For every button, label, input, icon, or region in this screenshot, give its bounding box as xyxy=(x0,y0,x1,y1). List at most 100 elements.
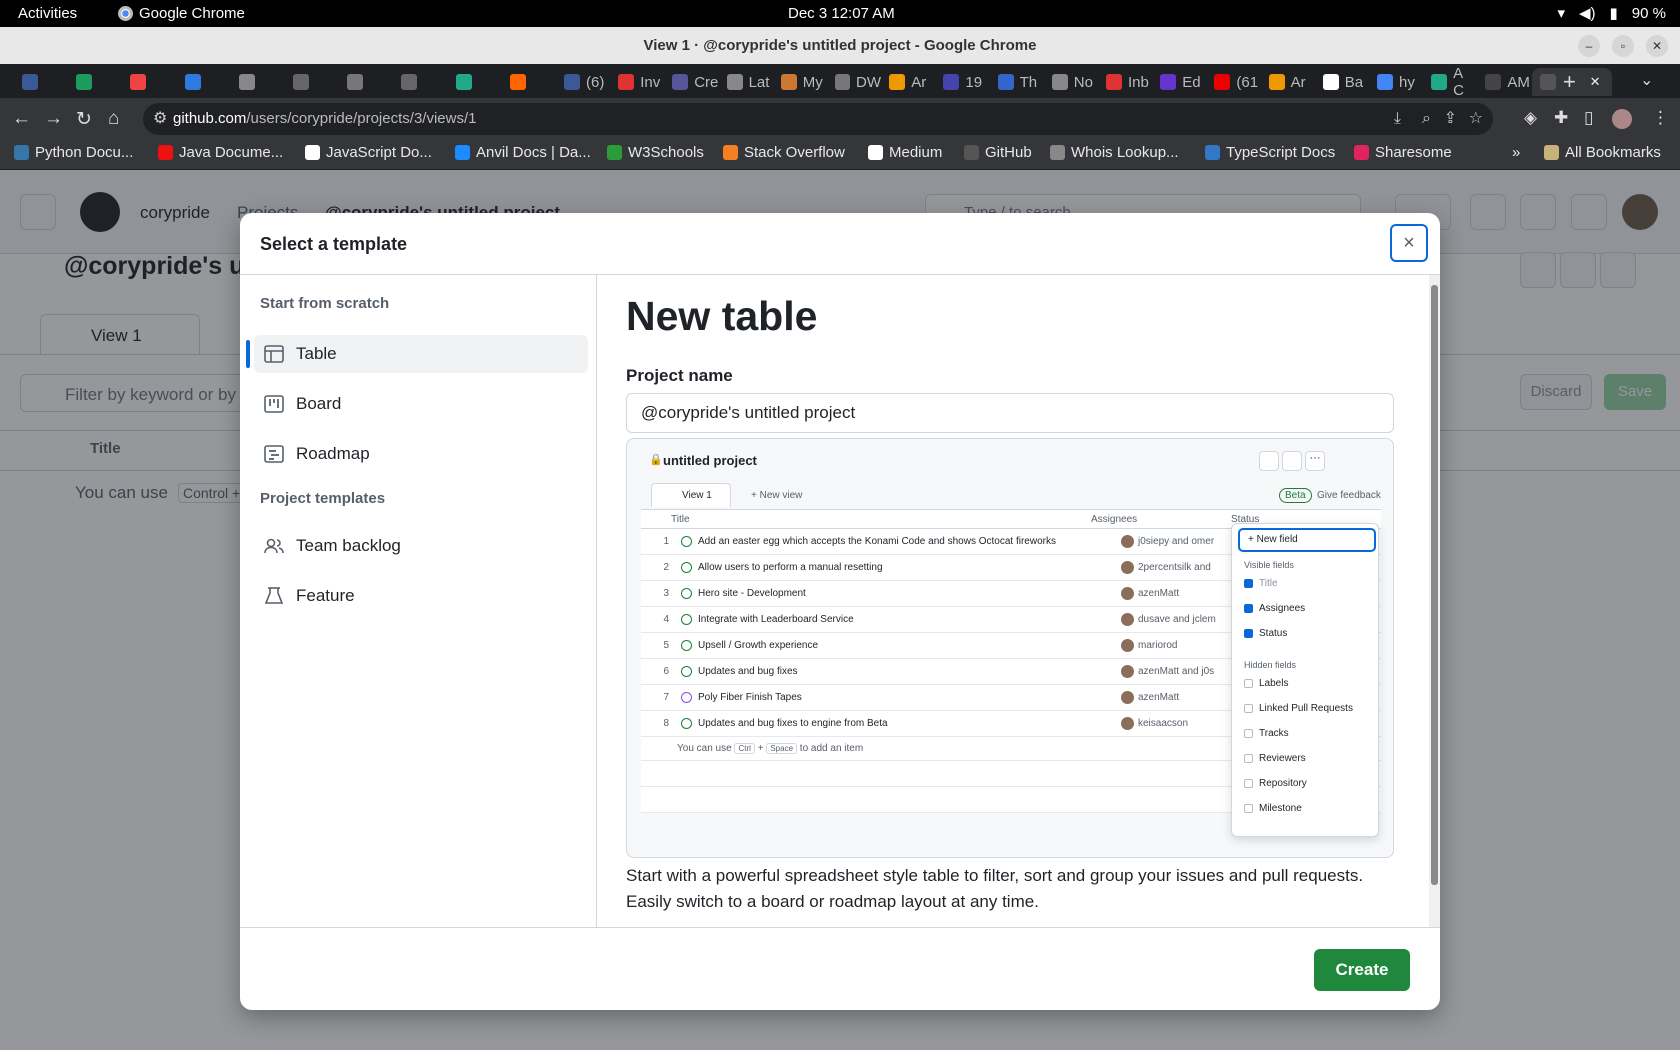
avatar xyxy=(1121,639,1134,652)
forward-icon[interactable]: → xyxy=(44,108,63,130)
browser-tab[interactable] xyxy=(14,68,68,96)
tab-favicon-icon xyxy=(618,74,635,90)
tab-search-button[interactable]: ⌄ xyxy=(1640,70,1653,90)
browser-tab[interactable]: My xyxy=(773,68,827,96)
extensions-puzzle-icon[interactable]: ✚ xyxy=(1554,108,1568,128)
share-icon[interactable]: ⇪ xyxy=(1444,103,1457,135)
close-tab-icon[interactable]: ✕ xyxy=(1590,74,1601,90)
scrollbar-thumb[interactable] xyxy=(1431,285,1438,885)
preview-field-label: Labels xyxy=(1259,678,1289,689)
bookmark-item[interactable]: Java Docume... xyxy=(158,144,283,161)
browser-tab[interactable]: Ed xyxy=(1152,68,1206,96)
extension-icon[interactable]: ◈ xyxy=(1524,108,1537,128)
template-table[interactable]: Table xyxy=(246,335,588,373)
bookmark-item[interactable]: Anvil Docs | Da... xyxy=(455,144,591,161)
browser-tab[interactable]: AM xyxy=(1477,68,1531,96)
board-icon xyxy=(264,395,284,413)
browser-tab[interactable]: DW xyxy=(827,68,881,96)
browser-tab[interactable] xyxy=(231,68,285,96)
browser-tab[interactable]: A C xyxy=(1423,65,1477,99)
close-dialog-button[interactable]: × xyxy=(1390,224,1428,262)
project-name-label: Project name xyxy=(626,366,733,385)
address-bar[interactable]: ⚙ github.com/users/corypride/projects/3/… xyxy=(143,103,1493,135)
bookmark-item[interactable]: Stack Overflow xyxy=(723,144,845,161)
browser-tab[interactable] xyxy=(339,68,393,96)
activities-button[interactable]: Activities xyxy=(18,5,77,22)
close-window-icon[interactable]: ✕ xyxy=(1646,35,1668,57)
browser-tab[interactable] xyxy=(68,68,122,96)
browser-tab[interactable]: Lat xyxy=(719,68,773,96)
bookmark-item[interactable]: GitHub xyxy=(964,144,1032,161)
browser-tab[interactable] xyxy=(177,68,231,96)
site-info-icon[interactable]: ⚙ xyxy=(153,103,167,135)
new-tab-button[interactable]: + xyxy=(1563,69,1576,95)
reload-icon[interactable]: ↻ xyxy=(76,108,92,131)
tab-favicon-icon xyxy=(1106,74,1122,90)
bookmark-favicon-icon xyxy=(305,145,320,160)
preview-view-label: View 1 xyxy=(682,490,712,501)
browser-tab[interactable]: Cre xyxy=(664,68,718,96)
browser-tab[interactable]: Ar xyxy=(1261,68,1315,96)
bookmark-star-icon[interactable]: ☆ xyxy=(1469,103,1483,135)
profile-avatar[interactable] xyxy=(1612,109,1632,129)
lock-icon: 🔒 xyxy=(649,454,663,466)
group-heading-templates: Project templates xyxy=(260,490,386,507)
bookmark-item[interactable]: Whois Lookup... xyxy=(1050,144,1179,161)
chrome-menu-icon[interactable]: ⋮ xyxy=(1652,108,1669,128)
browser-tab[interactable] xyxy=(502,68,556,96)
bookmark-item[interactable]: TypeScript Docs xyxy=(1205,144,1335,161)
home-icon[interactable]: ⌂ xyxy=(108,108,119,130)
tab-favicon-icon xyxy=(1377,74,1393,90)
browser-tab[interactable]: (6) xyxy=(556,68,610,96)
bookmark-label: Medium xyxy=(889,144,943,161)
browser-tab[interactable]: No xyxy=(1044,68,1098,96)
browser-tab[interactable]: 19 xyxy=(935,68,989,96)
browser-tab[interactable]: hy xyxy=(1369,68,1423,96)
create-button[interactable]: Create xyxy=(1314,949,1410,991)
browser-tab[interactable]: Ar xyxy=(881,68,935,96)
bookmark-favicon-icon xyxy=(158,145,173,160)
project-name-input[interactable]: @corypride's untitled project xyxy=(626,393,1394,433)
template-feature[interactable]: Feature xyxy=(254,577,588,615)
browser-tab[interactable] xyxy=(393,68,447,96)
install-icon[interactable]: ⤓ xyxy=(1394,103,1401,135)
bookmark-item[interactable]: Python Docu... xyxy=(14,144,133,161)
bookmarks-overflow-icon[interactable]: » xyxy=(1512,144,1520,161)
system-tray[interactable]: ▾ ◀) ▮ 90 % xyxy=(1557,4,1666,23)
browser-tab[interactable]: Inv xyxy=(610,68,664,96)
tab-favicon-icon xyxy=(1051,74,1068,90)
zoom-icon[interactable]: ⌕ xyxy=(1422,103,1431,135)
tab-favicon-icon xyxy=(889,74,906,90)
back-icon[interactable]: ← xyxy=(12,108,31,130)
browser-tab[interactable] xyxy=(448,68,502,96)
group-heading-scratch: Start from scratch xyxy=(260,295,390,312)
preview-project-title: untitled project xyxy=(663,453,757,468)
bookmark-item[interactable]: Medium xyxy=(868,144,942,161)
template-roadmap-label: Roadmap xyxy=(296,444,370,463)
all-bookmarks[interactable]: All Bookmarks xyxy=(1544,144,1661,161)
maximize-icon[interactable]: ▫ xyxy=(1612,35,1634,57)
browser-tab[interactable]: Inb xyxy=(1098,68,1152,96)
avatar xyxy=(1121,665,1134,678)
battery-icon: ▮ xyxy=(1609,5,1618,22)
browser-tab[interactable]: Ba xyxy=(1315,68,1369,96)
dialog-scrollbar[interactable] xyxy=(1429,275,1440,927)
bookmark-item[interactable]: W3Schools xyxy=(607,144,704,161)
tab-label: Inb xyxy=(1128,73,1149,91)
minimize-icon[interactable]: – xyxy=(1578,35,1600,57)
bookmark-label: GitHub xyxy=(985,144,1032,161)
template-team-backlog[interactable]: Team backlog xyxy=(254,527,588,565)
bookmark-item[interactable]: JavaScript Do... xyxy=(305,144,432,161)
clock[interactable]: Dec 3 12:07 AM xyxy=(788,5,895,22)
browser-tab[interactable]: Th xyxy=(990,68,1044,96)
browser-tab[interactable] xyxy=(285,68,339,96)
side-panel-icon[interactable]: ▯ xyxy=(1584,108,1593,128)
issue-status-icon xyxy=(681,718,692,729)
browser-tab[interactable] xyxy=(122,68,176,96)
template-roadmap[interactable]: Roadmap xyxy=(254,435,588,473)
browser-tab[interactable]: (61 xyxy=(1206,68,1260,96)
bookmark-item[interactable]: Sharesome xyxy=(1354,144,1452,161)
template-board[interactable]: Board xyxy=(254,385,588,423)
app-menu[interactable]: Google Chrome xyxy=(118,5,245,22)
preview-more-icon: ··· xyxy=(1305,451,1325,471)
